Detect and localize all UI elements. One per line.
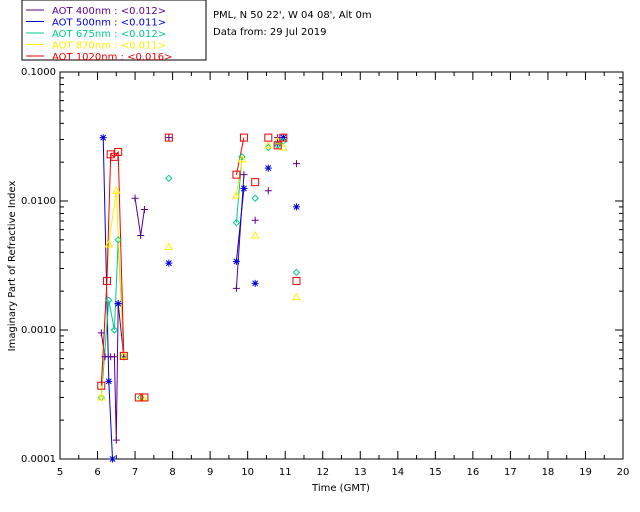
data-point [165, 174, 173, 182]
x-tick-label: 5 [57, 467, 63, 478]
data-point [279, 134, 287, 142]
legend-entry: AOT 500nm : <0.011> [52, 18, 166, 29]
x-tick-label: 16 [466, 467, 479, 478]
legend-entry: AOT 1020nm : <0.016> [52, 52, 172, 63]
x-tick-label: 17 [504, 467, 517, 478]
data-point [110, 353, 118, 361]
data-point [232, 257, 240, 265]
data-point [165, 259, 173, 267]
y-tick-label: 0.0100 [21, 196, 56, 207]
legend-entry: AOT 870nm : <0.011> [52, 41, 166, 52]
data-point [114, 300, 122, 308]
x-tick-label: 14 [391, 467, 404, 478]
data-point [99, 134, 107, 142]
data-point [240, 171, 248, 179]
data-point [264, 187, 272, 195]
x-tick-label: 13 [354, 467, 367, 478]
location-text: PML, N 50 22', W 04 08', Alt 0m [213, 10, 372, 21]
data-point [251, 279, 259, 287]
x-axis-label: Time (GMT) [311, 483, 370, 494]
data-point [112, 436, 120, 444]
data-point [264, 164, 272, 172]
data-point [105, 377, 113, 385]
legend-entry: AOT 400nm : <0.012> [52, 6, 166, 17]
data-point [292, 276, 301, 285]
data-point [292, 203, 300, 211]
data-point [264, 133, 273, 142]
x-tick-label: 10 [241, 467, 254, 478]
legend: AOT 400nm : <0.012>AOT 500nm : <0.011>AO… [21, 0, 207, 63]
x-tick-label: 19 [579, 467, 592, 478]
data-point [164, 242, 174, 250]
y-tick-label: 0.0010 [21, 325, 56, 336]
data-point [165, 134, 173, 142]
series-lines [100, 137, 245, 459]
data-point [131, 194, 139, 202]
data-point [292, 292, 301, 301]
data-point [251, 178, 260, 187]
data-point [137, 232, 145, 240]
data-point [292, 160, 300, 168]
data-point [292, 268, 301, 277]
y-tick-label: 0.0001 [21, 454, 56, 465]
x-tick-label: 15 [429, 467, 442, 478]
y-tick-label: 0.1000 [21, 67, 56, 78]
data-point [250, 231, 260, 239]
x-axis: 5 6 7 8 9 10 11 12 13 14 15 16 17 18 19 20 [57, 72, 630, 478]
data-point [251, 194, 259, 202]
y-axis: 0.0001 0.0010 0.0100 0.1000 [21, 67, 623, 465]
y-axis-label: Imaginary Part of Refractive Index [7, 181, 18, 352]
legend-entry: AOT 675nm : <0.012> [52, 29, 166, 40]
data-point [251, 216, 259, 224]
x-tick-label: 9 [207, 467, 213, 478]
data-point [109, 455, 117, 463]
x-tick-label: 7 [132, 467, 138, 478]
data-point [140, 205, 148, 213]
series-points [96, 133, 301, 463]
aeronet-refractive-index-chart: AOT 400nm : <0.012>AOT 500nm : <0.011>AO… [7, 0, 630, 494]
date-text: Data from: 29 Jul 2019 [213, 27, 326, 38]
series-line [134, 198, 145, 236]
x-tick-label: 20 [617, 467, 630, 478]
x-tick-label: 18 [542, 467, 555, 478]
series-line [235, 174, 245, 289]
data-point [232, 284, 240, 292]
x-tick-label: 8 [169, 467, 175, 478]
x-tick-label: 12 [316, 467, 329, 478]
x-tick-label: 6 [94, 467, 100, 478]
data-point [240, 184, 248, 192]
x-tick-label: 11 [279, 467, 292, 478]
